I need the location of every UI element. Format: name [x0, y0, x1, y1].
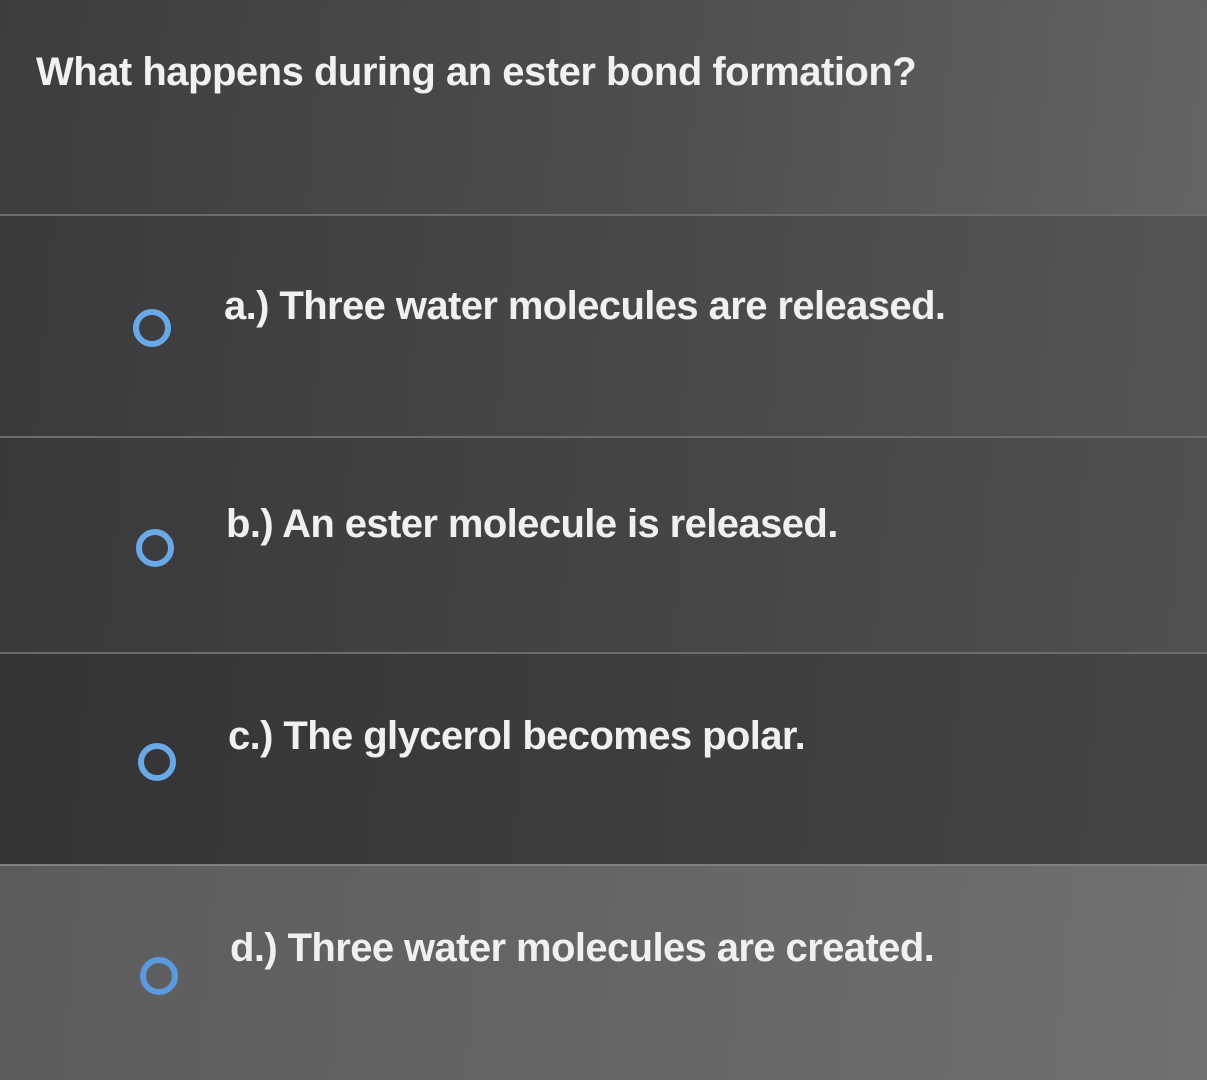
radio-unselected-icon[interactable] [136, 529, 174, 567]
answer-option-d-label[interactable]: d.) Three water molecules are created. [230, 926, 935, 971]
radio-unselected-icon[interactable] [140, 957, 178, 995]
question-text: What happens during an ester bond format… [36, 50, 917, 94]
answer-option-a[interactable]: a.) Three water molecules are released. [0, 214, 1207, 436]
answer-option-d[interactable]: d.) Three water molecules are created. [0, 864, 1207, 1080]
question-header: What happens during an ester bond format… [0, 0, 1207, 214]
answer-option-a-label[interactable]: a.) Three water molecules are released. [224, 284, 946, 329]
answer-option-b-label[interactable]: b.) An ester molecule is released. [226, 502, 838, 547]
answer-option-b[interactable]: b.) An ester molecule is released. [0, 436, 1207, 652]
radio-unselected-icon[interactable] [133, 309, 171, 347]
radio-unselected-icon[interactable] [138, 743, 176, 781]
answer-option-c[interactable]: c.) The glycerol becomes polar. [0, 652, 1207, 864]
answer-option-c-label[interactable]: c.) The glycerol becomes polar. [228, 714, 806, 759]
